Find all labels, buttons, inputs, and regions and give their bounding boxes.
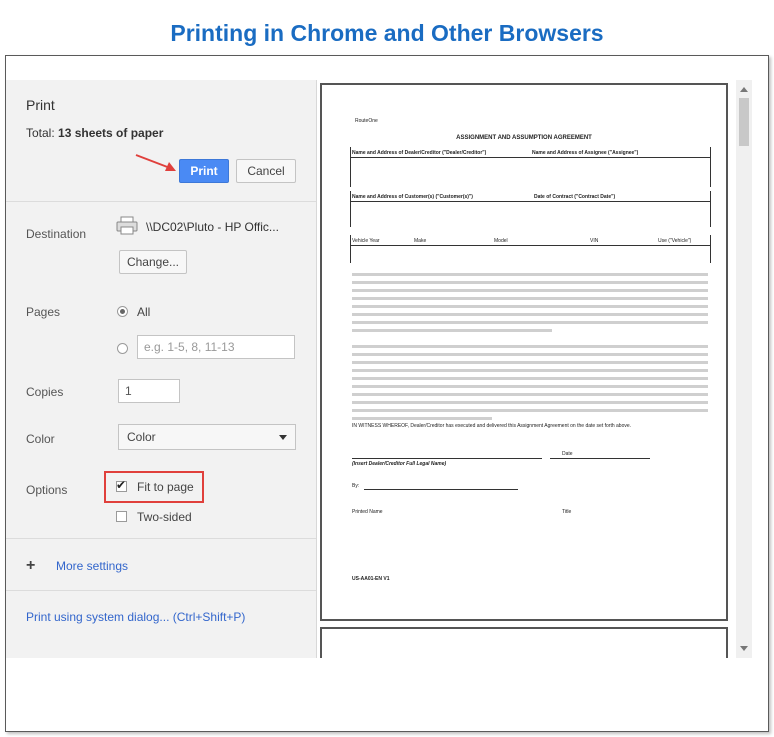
doc-text-line — [352, 417, 492, 420]
color-label: Color — [26, 432, 55, 446]
more-settings-link[interactable]: More settings — [56, 559, 128, 573]
doc-sign-label: (Insert Dealer/Creditor Full Legal Name) — [352, 461, 447, 467]
doc-text-line — [352, 393, 708, 396]
print-settings-sidebar: Print Total: 13 sheets of paper Print Ca… — [6, 80, 317, 658]
copies-input[interactable]: 1 — [118, 379, 180, 403]
doc-line — [710, 191, 711, 227]
pages-all-label: All — [137, 305, 151, 319]
doc-line — [364, 489, 518, 490]
chevron-down-icon — [279, 435, 287, 440]
print-heading: Print — [26, 97, 55, 113]
print-button[interactable]: Print — [179, 159, 229, 183]
destination-printer[interactable]: \\DC02\Pluto - HP Offic... — [146, 220, 279, 234]
doc-by-label: By: — [352, 483, 360, 489]
doc-line — [350, 201, 710, 202]
doc-header: RouteOne — [355, 118, 378, 124]
fit-to-page-checkbox[interactable]: ✔ — [116, 478, 127, 492]
doc-witness: IN WITNESS WHEREOF, Dealer/Creditor has … — [352, 423, 632, 429]
doc-field-assignee: Name and Address of Assignee ("Assignee"… — [532, 150, 639, 156]
doc-text-line — [352, 297, 708, 300]
printer-icon — [116, 216, 138, 235]
copies-label: Copies — [26, 385, 64, 399]
doc-line — [350, 245, 710, 246]
scroll-down-icon[interactable] — [740, 646, 748, 651]
color-select[interactable]: Color — [118, 424, 296, 450]
preview-page: RouteOne ASSIGNMENT AND ASSUMPTION AGREE… — [320, 83, 728, 621]
pages-all-radio[interactable] — [117, 306, 128, 317]
doc-text-line — [352, 313, 708, 316]
doc-text-line — [352, 281, 708, 284]
doc-text-line — [352, 385, 708, 388]
pages-range-input[interactable]: e.g. 1-5, 8, 11-13 — [137, 335, 295, 359]
doc-line — [350, 147, 351, 187]
plus-icon[interactable]: + — [26, 557, 35, 575]
doc-text-line — [352, 361, 708, 364]
doc-line — [710, 147, 711, 187]
doc-line — [350, 191, 351, 227]
scroll-thumb[interactable] — [739, 98, 749, 146]
doc-col-year: Vehicle Year — [352, 238, 380, 244]
total-label: Total: — [26, 126, 59, 140]
destination-label: Destination — [26, 227, 87, 241]
doc-line — [710, 235, 711, 263]
fit-to-page-label: Fit to page — [137, 480, 194, 494]
divider — [6, 201, 316, 202]
page-title: Printing in Chrome and Other Browsers — [170, 20, 604, 46]
preview-scrollbar[interactable] — [736, 80, 752, 658]
doc-line — [550, 458, 650, 459]
doc-field-customer: Name and Address of Customer(s) ("Custom… — [352, 194, 473, 200]
doc-col-make: Make — [414, 238, 427, 244]
print-preview-area: RouteOne ASSIGNMENT AND ASSUMPTION AGREE… — [317, 80, 735, 658]
doc-text-line — [352, 273, 708, 276]
doc-text-line — [352, 377, 708, 380]
doc-text-line — [352, 305, 708, 308]
scroll-up-icon[interactable] — [740, 87, 748, 92]
doc-col-vin: VIN — [590, 238, 599, 244]
doc-text-line — [352, 329, 552, 332]
doc-text-line — [352, 321, 708, 324]
pages-range-radio[interactable] — [117, 343, 128, 354]
doc-line — [352, 458, 542, 459]
options-label: Options — [26, 483, 68, 497]
doc-field-date: Date of Contract ("Contract Date") — [534, 194, 616, 200]
doc-col-use: Use ("Vehicle") — [658, 238, 692, 244]
doc-line — [350, 157, 710, 158]
checkmark-icon: ✔ — [116, 478, 127, 492]
two-sided-checkbox[interactable] — [116, 511, 127, 522]
doc-line — [350, 235, 351, 263]
doc-printed-name: Printed Name — [352, 509, 383, 515]
cancel-button[interactable]: Cancel — [236, 159, 296, 183]
red-arrow-icon — [135, 154, 176, 171]
two-sided-label: Two-sided — [137, 510, 192, 524]
doc-text-line — [352, 369, 708, 372]
divider — [6, 590, 316, 591]
color-select-value: Color — [127, 430, 156, 444]
doc-field-dealer: Name and Address of Dealer/Creditor ("De… — [352, 150, 487, 156]
doc-date-label: Date — [562, 451, 573, 457]
pages-label: Pages — [26, 305, 61, 319]
doc-col-model: Model — [494, 238, 508, 244]
system-dialog-link[interactable]: Print using system dialog... (Ctrl+Shift… — [26, 610, 245, 624]
doc-text-line — [352, 353, 708, 356]
doc-text-line — [352, 345, 708, 348]
doc-title: ASSIGNMENT AND ASSUMPTION AGREEMENT — [456, 135, 592, 141]
change-destination-button[interactable]: Change... — [119, 250, 187, 274]
doc-footer-code: US-AA01-EN V1 — [352, 576, 390, 582]
doc-text-line — [352, 409, 708, 412]
doc-text-line — [352, 401, 708, 404]
preview-next-page — [320, 627, 728, 658]
doc-title-label: Title — [562, 509, 572, 515]
total-value: 13 sheets of paper — [58, 126, 164, 140]
divider — [6, 538, 316, 539]
total-sheets: Total: 13 sheets of paper — [26, 126, 163, 140]
doc-text-line — [352, 289, 708, 292]
